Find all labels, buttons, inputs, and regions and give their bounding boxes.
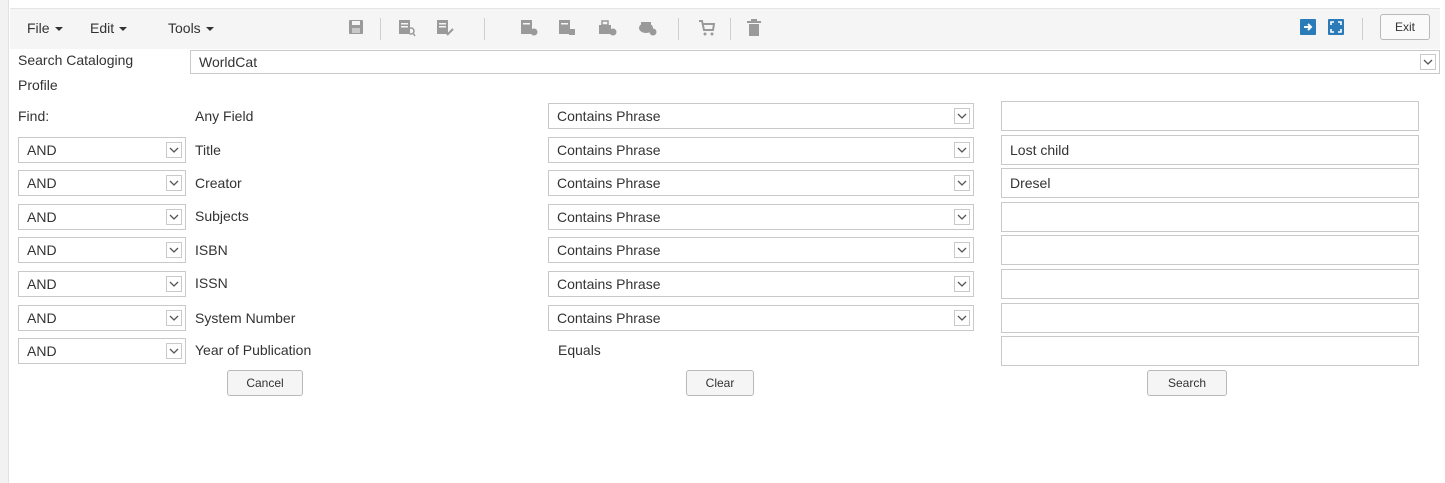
tools-menu[interactable]: Tools xyxy=(168,20,214,36)
condition-select-value: Contains Phrase xyxy=(557,175,661,191)
search-term-input[interactable] xyxy=(1001,269,1419,299)
toolbar-separator xyxy=(380,18,381,40)
chevron-down-icon xyxy=(954,310,970,326)
search-term-input[interactable] xyxy=(1001,168,1419,198)
tools-menu-label: Tools xyxy=(168,20,201,36)
operator-select[interactable]: AND xyxy=(18,237,186,263)
cancel-button[interactable]: Cancel xyxy=(227,370,303,396)
profile-label-line2: Profile xyxy=(18,77,58,93)
left-edge-bar xyxy=(0,0,9,483)
chevron-down-icon xyxy=(954,209,970,225)
condition-select-value: Contains Phrase xyxy=(557,142,661,158)
chevron-down-icon xyxy=(166,310,182,326)
chevron-down-icon xyxy=(166,142,182,158)
find-label: Find: xyxy=(18,108,50,124)
chevron-down-icon xyxy=(954,276,970,292)
condition-select-value: Contains Phrase xyxy=(557,276,661,292)
operator-select[interactable]: AND xyxy=(18,204,186,230)
profile-label-line1: Search Cataloging xyxy=(18,52,134,68)
copy-record-icon[interactable] xyxy=(520,19,538,37)
edit-menu-label: Edit xyxy=(90,20,115,36)
operator-select-value: AND xyxy=(27,175,57,191)
search-button[interactable]: Search xyxy=(1147,370,1227,396)
chevron-down-icon xyxy=(166,175,182,191)
field-label: Creator xyxy=(195,175,242,191)
operator-select-value: AND xyxy=(27,242,57,258)
caret-down-icon xyxy=(54,27,63,32)
edit-record-icon[interactable] xyxy=(436,19,454,37)
operator-select-value: AND xyxy=(27,343,57,359)
operator-select-value: AND xyxy=(27,209,57,225)
search-term-input[interactable] xyxy=(1001,202,1419,232)
save-icon[interactable] xyxy=(348,19,364,35)
operator-select[interactable]: AND xyxy=(18,137,186,163)
search-term-input[interactable] xyxy=(1001,235,1419,265)
field-label: Year of Publication xyxy=(195,342,312,358)
cart-icon[interactable] xyxy=(698,19,716,37)
condition-select[interactable]: Contains Phrase xyxy=(548,103,974,129)
condition-select[interactable]: Contains Phrase xyxy=(548,271,974,297)
field-label: ISSN xyxy=(195,275,228,291)
condition-select-value: Contains Phrase xyxy=(557,242,661,258)
search-term-input[interactable] xyxy=(1001,101,1419,131)
edit-menu[interactable]: Edit xyxy=(90,20,128,36)
export-icon[interactable] xyxy=(638,19,658,37)
condition-select-value: Contains Phrase xyxy=(557,108,661,124)
chevron-down-icon xyxy=(166,209,182,225)
toolbar: File Edit Tools Exit xyxy=(10,8,1440,49)
profile-select[interactable]: WorldCat xyxy=(190,50,1440,74)
operator-select-value: AND xyxy=(27,276,57,292)
exit-button[interactable]: Exit xyxy=(1380,14,1430,40)
operator-select[interactable]: AND xyxy=(18,305,186,331)
chevron-down-icon xyxy=(166,242,182,258)
toolbar-separator xyxy=(484,18,485,40)
caret-down-icon xyxy=(205,27,214,32)
profile-select-value: WorldCat xyxy=(199,54,258,70)
operator-select[interactable]: AND xyxy=(18,338,186,364)
field-label: Subjects xyxy=(195,208,249,224)
switch-window-icon[interactable] xyxy=(1300,19,1316,35)
view-record-icon[interactable] xyxy=(398,19,416,37)
operator-select-value: AND xyxy=(27,310,57,326)
field-label: System Number xyxy=(195,310,296,326)
fullscreen-icon[interactable] xyxy=(1328,19,1344,35)
condition-select[interactable]: Contains Phrase xyxy=(548,137,974,163)
operator-select[interactable]: AND xyxy=(18,170,186,196)
search-term-input[interactable] xyxy=(1001,336,1419,366)
derive-record-icon[interactable] xyxy=(558,19,576,37)
search-term-input[interactable] xyxy=(1001,303,1419,333)
condition-select[interactable]: Contains Phrase xyxy=(548,170,974,196)
delete-icon[interactable] xyxy=(746,19,762,37)
search-term-input[interactable] xyxy=(1001,135,1419,165)
condition-select-value: Contains Phrase xyxy=(557,310,661,326)
chevron-down-icon xyxy=(954,108,970,124)
import-icon[interactable] xyxy=(598,19,618,37)
toolbar-separator xyxy=(1362,18,1363,40)
chevron-down-icon xyxy=(166,343,182,359)
toolbar-separator xyxy=(730,18,731,40)
operator-select-value: AND xyxy=(27,142,57,158)
chevron-down-icon xyxy=(954,175,970,191)
file-menu-label: File xyxy=(27,20,50,36)
chevron-down-icon xyxy=(166,276,182,292)
toolbar-separator xyxy=(678,18,679,40)
clear-button[interactable]: Clear xyxy=(686,370,754,396)
file-menu[interactable]: File xyxy=(27,20,63,36)
condition-select[interactable]: Contains Phrase xyxy=(548,305,974,331)
field-label: Title xyxy=(195,142,221,158)
field-label: ISBN xyxy=(195,242,228,258)
chevron-down-icon xyxy=(1420,54,1436,70)
chevron-down-icon xyxy=(954,142,970,158)
condition-select[interactable]: Contains Phrase xyxy=(548,237,974,263)
condition-select-value: Contains Phrase xyxy=(557,209,661,225)
field-label: Any Field xyxy=(195,108,254,124)
chevron-down-icon xyxy=(954,242,970,258)
operator-select[interactable]: AND xyxy=(18,271,186,297)
condition-select[interactable]: Contains Phrase xyxy=(548,204,974,230)
condition-label: Equals xyxy=(558,342,601,358)
caret-down-icon xyxy=(119,27,128,32)
